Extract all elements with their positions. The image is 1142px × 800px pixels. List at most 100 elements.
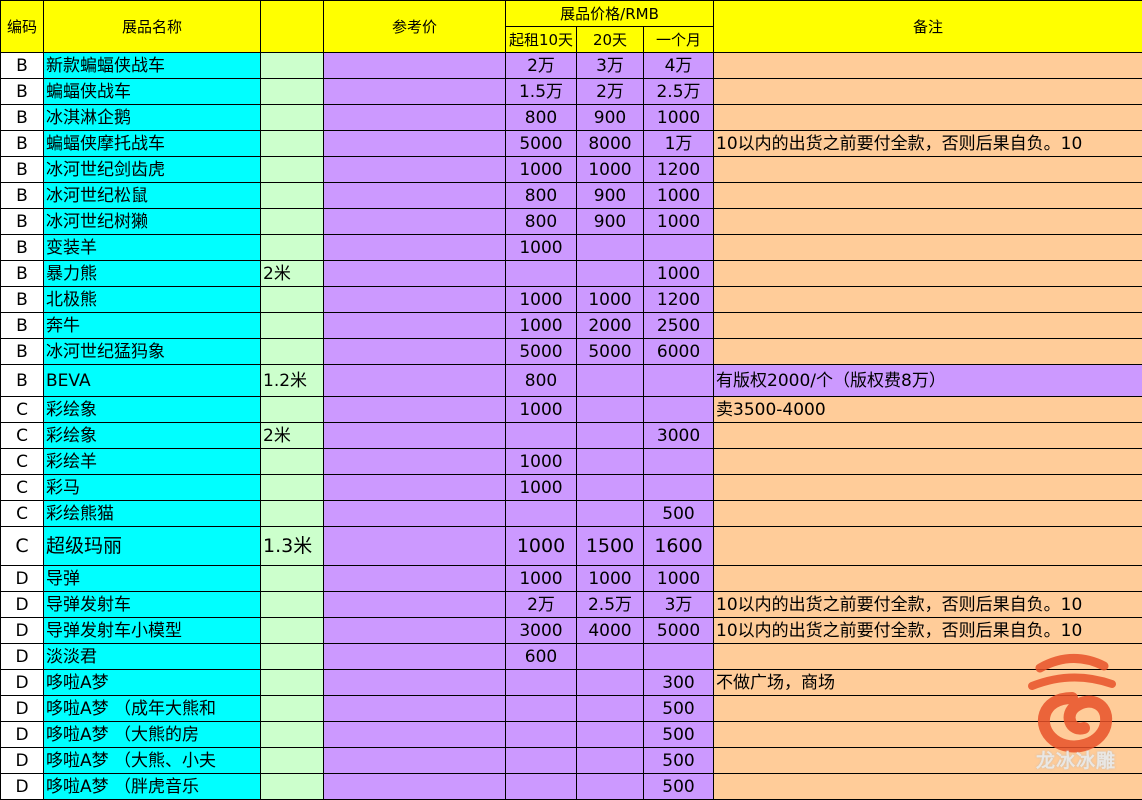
cell-price-one-month[interactable] xyxy=(644,644,714,670)
cell-ref-price[interactable] xyxy=(324,527,506,566)
cell-size[interactable] xyxy=(261,209,324,235)
cell-name[interactable]: 暴力熊 xyxy=(44,261,261,287)
cell-price-20-days[interactable] xyxy=(577,235,644,261)
cell-code[interactable]: B xyxy=(1,105,44,131)
header-price-20-days[interactable]: 20天 xyxy=(577,27,644,53)
cell-ref-price[interactable] xyxy=(324,287,506,313)
header-size[interactable] xyxy=(261,1,324,53)
cell-name[interactable]: 彩绘熊猫 xyxy=(44,501,261,527)
cell-name[interactable]: 哆啦A梦 （胖虎音乐 xyxy=(44,774,261,800)
cell-code[interactable]: D xyxy=(1,748,44,774)
cell-price-one-month[interactable]: 500 xyxy=(644,696,714,722)
cell-size[interactable] xyxy=(261,592,324,618)
cell-price-10-days[interactable]: 5000 xyxy=(506,131,577,157)
cell-size[interactable] xyxy=(261,774,324,800)
cell-size[interactable] xyxy=(261,183,324,209)
cell-note[interactable]: 不做广场，商场 xyxy=(714,670,1142,696)
cell-price-one-month[interactable] xyxy=(644,475,714,501)
cell-ref-price[interactable] xyxy=(324,501,506,527)
cell-note[interactable]: 10以内的出货之前要付全款，否则后果自负。10 xyxy=(714,592,1142,618)
cell-ref-price[interactable] xyxy=(324,696,506,722)
cell-code[interactable]: C xyxy=(1,449,44,475)
cell-ref-price[interactable] xyxy=(324,131,506,157)
cell-size[interactable] xyxy=(261,397,324,423)
cell-note[interactable] xyxy=(714,261,1142,287)
cell-note[interactable] xyxy=(714,501,1142,527)
cell-price-10-days[interactable]: 1000 xyxy=(506,475,577,501)
cell-price-one-month[interactable]: 1000 xyxy=(644,566,714,592)
cell-code[interactable]: D xyxy=(1,618,44,644)
header-ref-price[interactable]: 参考价 xyxy=(324,1,506,53)
cell-price-one-month[interactable]: 1000 xyxy=(644,261,714,287)
cell-size[interactable] xyxy=(261,235,324,261)
cell-note[interactable] xyxy=(714,313,1142,339)
cell-size[interactable] xyxy=(261,722,324,748)
cell-price-20-days[interactable] xyxy=(577,475,644,501)
cell-price-20-days[interactable]: 1000 xyxy=(577,566,644,592)
cell-price-one-month[interactable]: 4万 xyxy=(644,53,714,79)
cell-price-10-days[interactable]: 1000 xyxy=(506,449,577,475)
cell-code[interactable]: B xyxy=(1,183,44,209)
cell-price-10-days[interactable]: 2万 xyxy=(506,592,577,618)
cell-price-10-days[interactable] xyxy=(506,423,577,449)
cell-price-one-month[interactable] xyxy=(644,449,714,475)
cell-price-20-days[interactable] xyxy=(577,261,644,287)
cell-name[interactable]: 冰河世纪树獭 xyxy=(44,209,261,235)
cell-ref-price[interactable] xyxy=(324,235,506,261)
cell-name[interactable]: 蝙蝠侠摩托战车 xyxy=(44,131,261,157)
header-name[interactable]: 展品名称 xyxy=(44,1,261,53)
cell-price-10-days[interactable]: 2万 xyxy=(506,53,577,79)
cell-name[interactable]: 冰河世纪猛犸象 xyxy=(44,339,261,365)
cell-ref-price[interactable] xyxy=(324,748,506,774)
cell-name[interactable]: 淡淡君 xyxy=(44,644,261,670)
cell-note[interactable] xyxy=(714,105,1142,131)
cell-price-20-days[interactable]: 3万 xyxy=(577,53,644,79)
cell-ref-price[interactable] xyxy=(324,365,506,397)
cell-name[interactable]: 导弹 xyxy=(44,566,261,592)
cell-price-10-days[interactable]: 800 xyxy=(506,183,577,209)
cell-code[interactable]: C xyxy=(1,501,44,527)
cell-price-one-month[interactable]: 5000 xyxy=(644,618,714,644)
cell-price-10-days[interactable] xyxy=(506,748,577,774)
cell-ref-price[interactable] xyxy=(324,475,506,501)
cell-price-20-days[interactable] xyxy=(577,774,644,800)
cell-name[interactable]: 哆啦A梦 xyxy=(44,670,261,696)
cell-price-20-days[interactable] xyxy=(577,365,644,397)
cell-price-20-days[interactable] xyxy=(577,423,644,449)
cell-name[interactable]: 导弹发射车小模型 xyxy=(44,618,261,644)
cell-ref-price[interactable] xyxy=(324,183,506,209)
cell-ref-price[interactable] xyxy=(324,79,506,105)
cell-price-one-month[interactable]: 1000 xyxy=(644,183,714,209)
cell-name[interactable]: 冰河世纪剑齿虎 xyxy=(44,157,261,183)
cell-price-20-days[interactable]: 8000 xyxy=(577,131,644,157)
cell-price-10-days[interactable] xyxy=(506,501,577,527)
cell-note[interactable] xyxy=(714,157,1142,183)
cell-code[interactable]: B xyxy=(1,365,44,397)
cell-code[interactable]: D xyxy=(1,644,44,670)
cell-note[interactable] xyxy=(714,209,1142,235)
cell-note[interactable] xyxy=(714,722,1142,748)
header-code[interactable]: 编码 xyxy=(1,1,44,53)
cell-note[interactable] xyxy=(714,79,1142,105)
cell-price-one-month[interactable]: 500 xyxy=(644,722,714,748)
cell-price-one-month[interactable]: 6000 xyxy=(644,339,714,365)
cell-note[interactable] xyxy=(714,449,1142,475)
cell-code[interactable]: B xyxy=(1,287,44,313)
cell-note[interactable] xyxy=(714,53,1142,79)
cell-price-20-days[interactable] xyxy=(577,748,644,774)
cell-size[interactable] xyxy=(261,157,324,183)
cell-price-one-month[interactable]: 500 xyxy=(644,774,714,800)
cell-ref-price[interactable] xyxy=(324,566,506,592)
cell-price-10-days[interactable] xyxy=(506,261,577,287)
cell-name[interactable]: 北极熊 xyxy=(44,287,261,313)
cell-price-20-days[interactable] xyxy=(577,722,644,748)
cell-price-one-month[interactable]: 2.5万 xyxy=(644,79,714,105)
cell-price-10-days[interactable]: 800 xyxy=(506,365,577,397)
cell-size[interactable] xyxy=(261,53,324,79)
cell-price-20-days[interactable] xyxy=(577,644,644,670)
cell-price-20-days[interactable]: 1000 xyxy=(577,287,644,313)
cell-name[interactable]: BEVA xyxy=(44,365,261,397)
cell-price-10-days[interactable]: 600 xyxy=(506,644,577,670)
cell-size[interactable]: 1.2米 xyxy=(261,365,324,397)
cell-note[interactable]: 10以内的出货之前要付全款，否则后果自负。10 xyxy=(714,618,1142,644)
